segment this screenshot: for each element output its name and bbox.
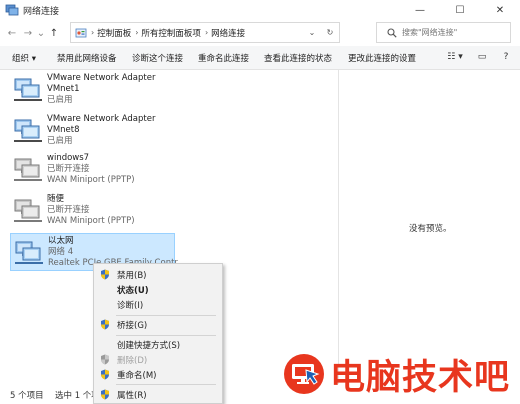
- search-input[interactable]: [402, 28, 502, 37]
- network-adapter-icon: [12, 73, 44, 105]
- breadcrumb-separator: ›: [135, 28, 139, 37]
- uac-shield-icon: [100, 369, 110, 380]
- window-title: 网络连接: [23, 6, 60, 17]
- menu-item-rename[interactable]: 重命名(M): [94, 367, 222, 382]
- disable-device-button[interactable]: 禁用此网络设备: [57, 52, 117, 64]
- connection-item-windows7[interactable]: windows7 已断开连接 WAN Miniport (PPTP): [10, 151, 175, 189]
- menu-item-diagnose[interactable]: 诊断(I): [94, 297, 222, 312]
- up-button[interactable]: ↑: [46, 24, 62, 42]
- back-button[interactable]: ←: [4, 24, 20, 42]
- refresh-icon[interactable]: ↻: [321, 23, 339, 42]
- breadcrumb-control-panel[interactable]: 控制面板: [97, 27, 131, 39]
- item-count: 5 个项目: [10, 391, 44, 401]
- search-icon: [387, 27, 397, 38]
- network-adapter-icon: [12, 114, 44, 146]
- menu-label: 禁用(B): [117, 271, 147, 281]
- menu-label: 诊断(I): [117, 301, 144, 311]
- uac-shield-icon: [100, 354, 110, 365]
- title-bar: 网络连接 — ☐ ✕: [0, 0, 520, 20]
- connection-name: windows7: [47, 153, 90, 163]
- network-connections-icon: [5, 4, 19, 16]
- breadcrumb-separator: ›: [91, 28, 95, 37]
- connection-status: 已断开连接: [47, 205, 90, 215]
- uac-shield-icon: [100, 269, 110, 280]
- menu-separator: [116, 315, 216, 316]
- connection-network: 网络 4: [48, 247, 74, 257]
- control-panel-icon: [75, 27, 87, 39]
- connection-status: 已启用: [47, 136, 73, 146]
- address-bar[interactable]: › 控制面板 › 所有控制面板项 › 网络连接 ⌄ ↻: [70, 22, 340, 43]
- breadcrumb-separator: ›: [204, 28, 209, 37]
- breadcrumb-all-items[interactable]: 所有控制面板项: [141, 27, 201, 39]
- context-menu: 禁用(B) 状态(U) 诊断(I) 桥接(G) 创建快捷方式(S) 删除(D) …: [93, 263, 223, 404]
- connection-name: VMware Network Adapter: [47, 73, 156, 83]
- connection-device: WAN Miniport (PPTP): [47, 216, 135, 226]
- menu-item-create-shortcut[interactable]: 创建快捷方式(S): [94, 337, 222, 352]
- breadcrumb-network-connections[interactable]: 网络连接: [211, 27, 245, 39]
- connection-item-vmnet8[interactable]: VMware Network Adapter VMnet8 已启用: [10, 112, 175, 150]
- uac-shield-icon: [100, 389, 110, 400]
- connection-device: VMnet8: [47, 125, 80, 135]
- network-adapter-disconnected-icon: [12, 153, 44, 185]
- connection-status: 已断开连接: [47, 164, 90, 174]
- maximize-button[interactable]: ☐: [440, 0, 480, 20]
- connection-device: WAN Miniport (PPTP): [47, 175, 135, 185]
- connections-view: VMware Network Adapter VMnet1 已启用 VMware…: [0, 70, 520, 384]
- menu-label: 创建快捷方式(S): [117, 341, 181, 351]
- menu-label: 重命名(M): [117, 371, 157, 381]
- rename-connection-button[interactable]: 重命名此连接: [198, 52, 249, 64]
- watermark: 电脑技术吧: [282, 352, 510, 398]
- connection-name: 随便: [47, 194, 65, 204]
- change-settings-button[interactable]: 更改此连接的设置: [348, 52, 416, 64]
- connection-name: VMware Network Adapter: [47, 114, 156, 124]
- menu-label: 桥接(G): [117, 321, 148, 331]
- menu-item-delete[interactable]: 删除(D): [94, 352, 222, 367]
- menu-item-bridge[interactable]: 桥接(G): [94, 317, 222, 332]
- address-dropdown-icon[interactable]: ⌄: [303, 23, 321, 42]
- connection-name: 以太网: [48, 236, 74, 246]
- close-button[interactable]: ✕: [480, 0, 520, 20]
- menu-separator: [116, 384, 216, 385]
- network-adapter-disconnected-icon: [12, 194, 44, 226]
- menu-label: 删除(D): [117, 356, 148, 366]
- uac-shield-icon: [100, 319, 110, 330]
- preview-pane-icon[interactable]: ▭: [472, 48, 492, 66]
- connection-device: VMnet1: [47, 84, 80, 94]
- menu-separator: [116, 335, 216, 336]
- menu-item-status[interactable]: 状态(U): [94, 282, 222, 297]
- preview-message: 没有预览。: [409, 224, 452, 234]
- diagnose-connection-button[interactable]: 诊断这个连接: [132, 52, 183, 64]
- minimize-button[interactable]: —: [400, 0, 440, 20]
- view-options-icon[interactable]: ☷ ▾: [442, 48, 468, 66]
- command-bar: 组织 ▾ 禁用此网络设备 诊断这个连接 重命名此连接 查看此连接的状态 更改此连…: [0, 46, 520, 70]
- forward-button[interactable]: →: [20, 24, 36, 42]
- search-box[interactable]: [376, 22, 511, 43]
- menu-item-disable[interactable]: 禁用(B): [94, 267, 222, 282]
- recent-locations-button[interactable]: ⌄: [36, 24, 46, 42]
- connection-item-suibian[interactable]: 随便 已断开连接 WAN Miniport (PPTP): [10, 192, 175, 230]
- connection-status: 已启用: [47, 95, 73, 105]
- ethernet-adapter-icon: [13, 236, 45, 268]
- preview-pane: 没有预览。: [338, 70, 520, 384]
- watermark-logo-icon: [282, 352, 326, 396]
- menu-label: 属性(R): [117, 391, 147, 401]
- menu-label: 状态(U): [117, 286, 149, 296]
- help-icon[interactable]: ?: [496, 48, 516, 66]
- address-row: ← → ⌄ ↑ › 控制面板 › 所有控制面板项 › 网络连接 ⌄ ↻: [0, 22, 520, 44]
- menu-item-properties[interactable]: 属性(R): [94, 387, 222, 402]
- watermark-text: 电脑技术吧: [330, 357, 511, 398]
- organize-button[interactable]: 组织 ▾: [12, 52, 36, 64]
- view-status-button[interactable]: 查看此连接的状态: [264, 52, 332, 64]
- connection-item-vmnet1[interactable]: VMware Network Adapter VMnet1 已启用: [10, 71, 175, 109]
